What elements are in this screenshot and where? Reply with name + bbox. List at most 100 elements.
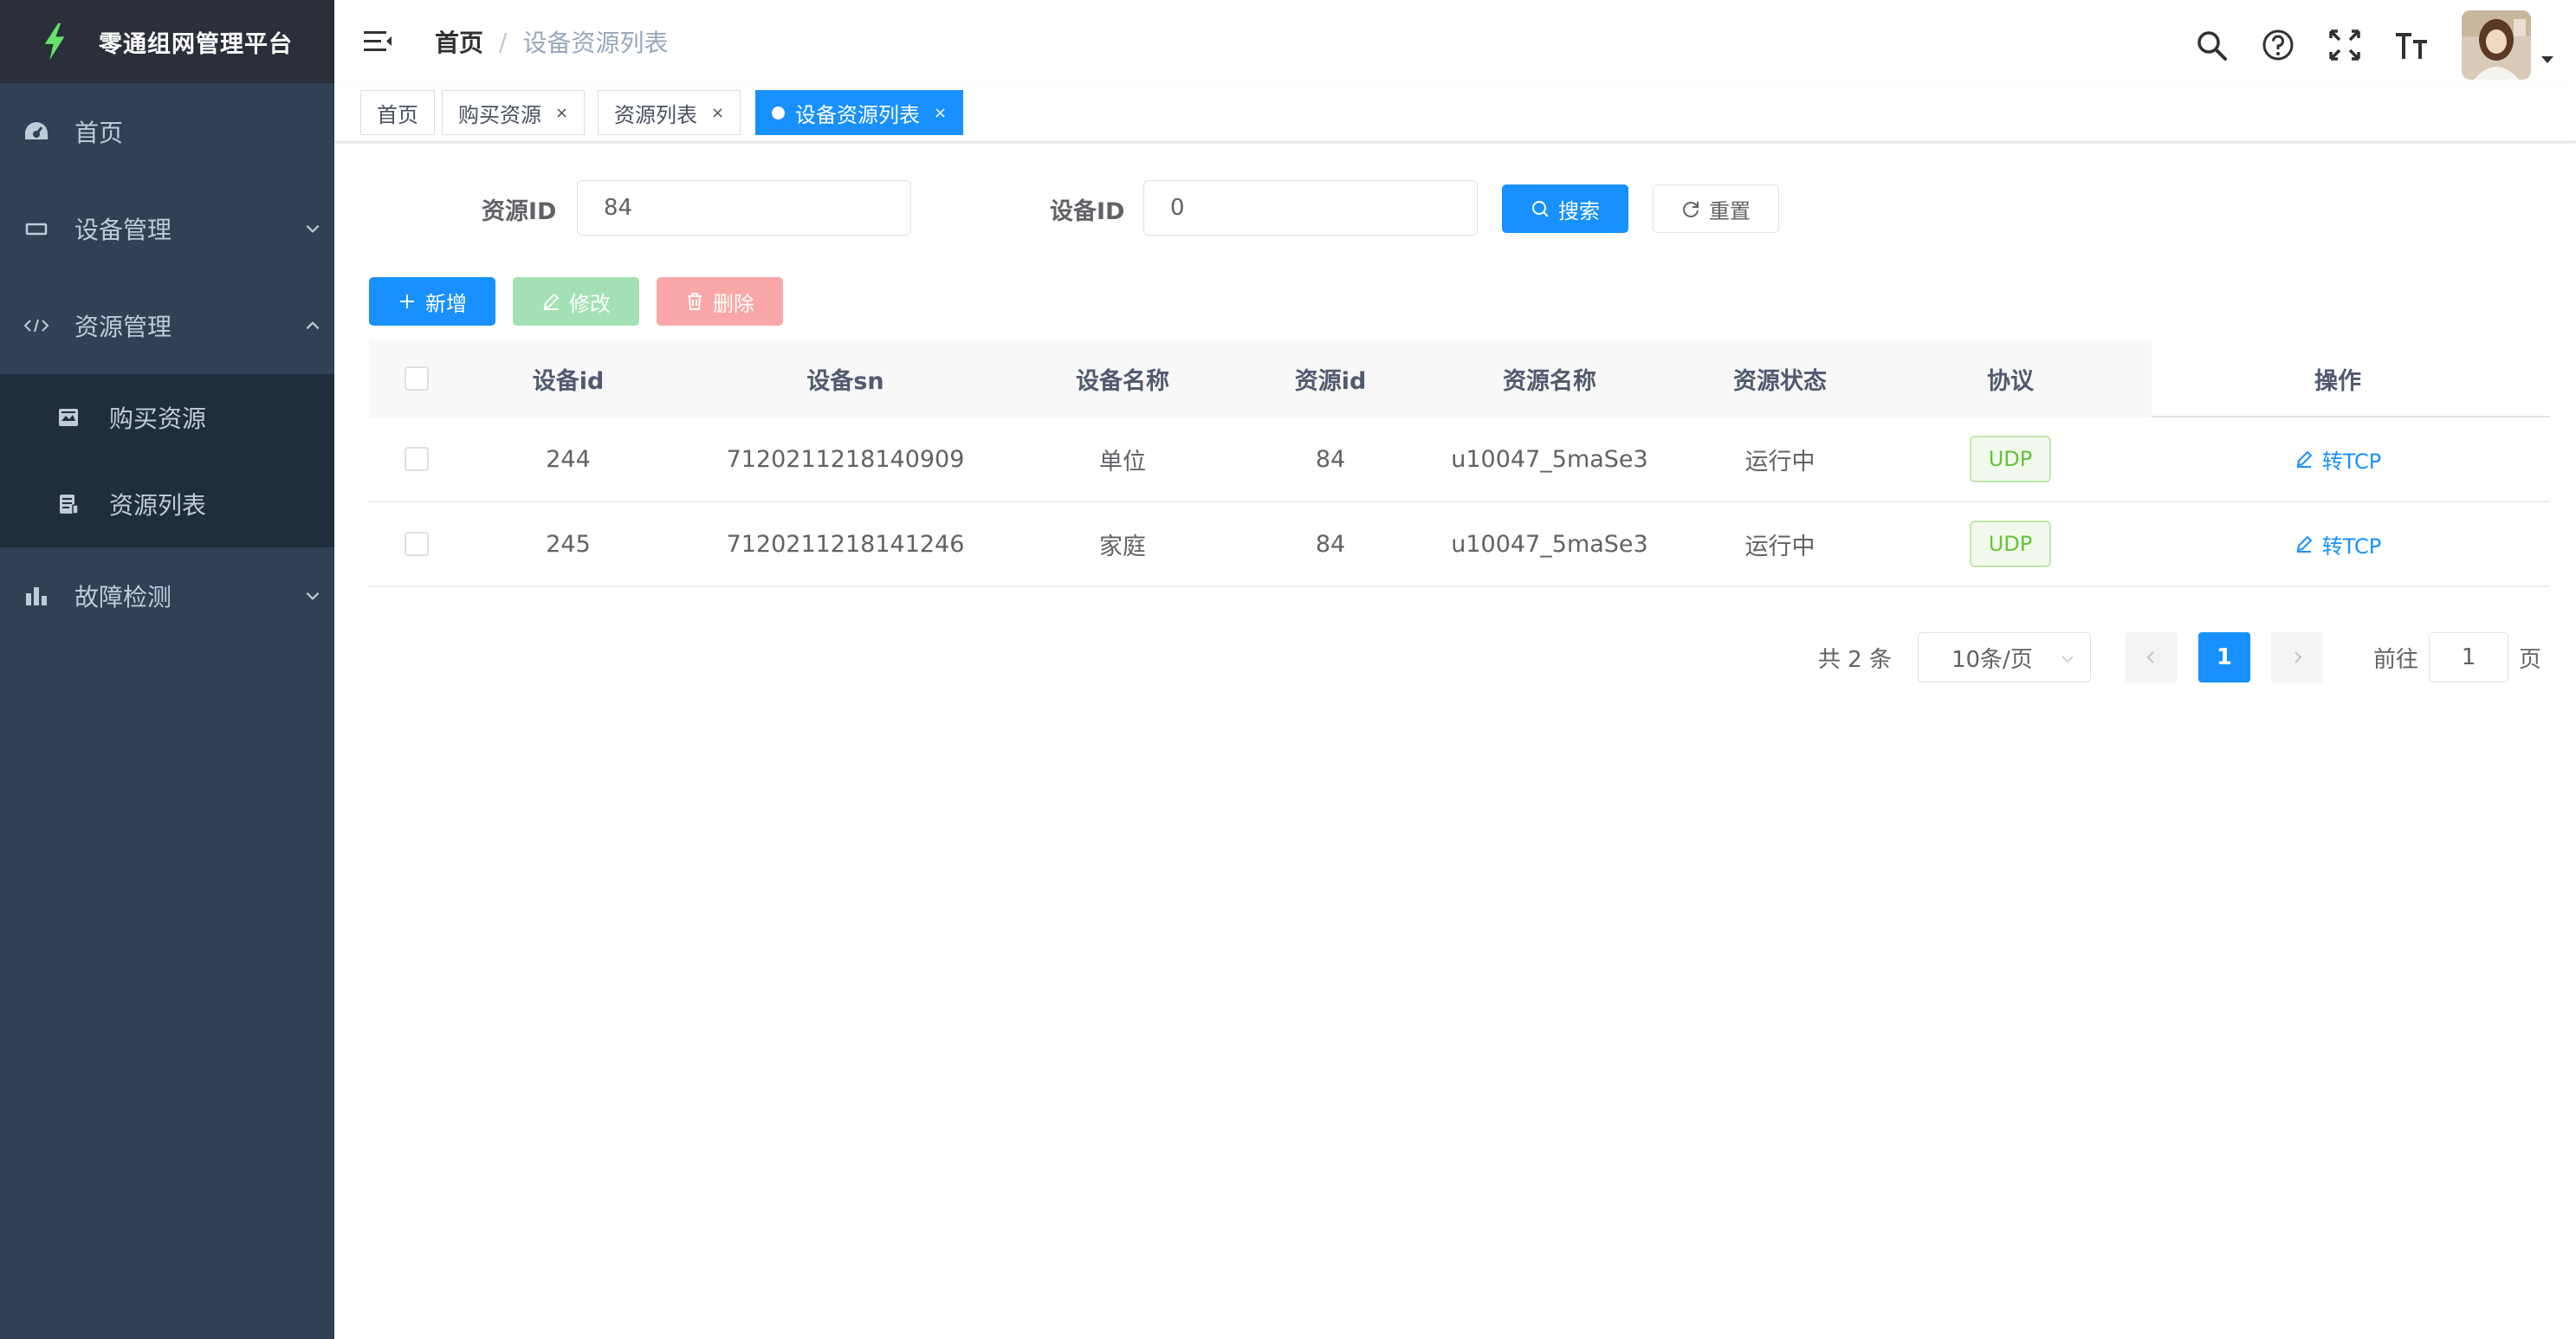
fullscreen-icon[interactable] <box>2322 23 2367 68</box>
add-button-label: 新增 <box>425 291 467 316</box>
tag-device-resource-list[interactable]: 设备资源列表 × <box>755 90 964 135</box>
navbar-actions <box>2167 10 2576 80</box>
add-button[interactable]: 新增 <box>369 277 495 326</box>
delete-button[interactable]: 删除 <box>657 277 783 326</box>
sidebar-subitem-label: 购买资源 <box>109 404 207 433</box>
pagination: 共 2 条 10条/页 1 前往 1 页 <box>1818 632 2541 682</box>
refresh-icon <box>1683 202 1699 217</box>
close-icon[interactable]: × <box>711 104 724 122</box>
edit-button[interactable]: 修改 <box>513 277 639 326</box>
chevron-up-icon <box>306 321 320 330</box>
cell-device-sn: 7120211218140909 <box>726 445 965 473</box>
app-title: 零通组网管理平台 <box>99 30 293 58</box>
tag-resource-list[interactable]: 资源列表 × <box>598 90 741 135</box>
column-header[interactable]: 操作 <box>2126 340 2550 417</box>
column-header[interactable]: 协议 <box>1895 340 2126 417</box>
hamburger-menu-icon[interactable] <box>362 26 393 57</box>
cell-device-sn: 7120211218141246 <box>726 530 965 558</box>
prev-page-button[interactable] <box>2125 632 2178 682</box>
navbar: 首页 / 设备资源列表 <box>334 0 2576 83</box>
cell-resource-name: u10047_5maSe3 <box>1451 445 1648 473</box>
protocol-badge: UDP <box>1969 521 2052 567</box>
row-checkbox[interactable] <box>405 447 429 471</box>
page-size-value: 10条/页 <box>1951 646 2033 673</box>
active-dot-icon <box>772 106 785 120</box>
logo-bar[interactable]: 零通组网管理平台 <box>0 0 334 83</box>
caret-down-icon[interactable] <box>2540 52 2555 68</box>
cell-protocol: UDP <box>1895 417 2126 501</box>
resource-submenu: 购买资源 资源列表 <box>0 374 334 547</box>
table-row[interactable]: 245 7120211218141246 家庭 84 u10047_5maSe3… <box>369 502 2550 587</box>
select-all-checkbox[interactable] <box>405 366 429 391</box>
tags-view: 首页 购买资源 × 资源列表 × 设备资源列表 × <box>334 83 2576 142</box>
purchase-icon <box>59 409 78 426</box>
sidebar-item-device-management[interactable]: 设备管理 <box>0 180 334 277</box>
sidebar-item-purchase-resource[interactable]: 购买资源 <box>0 374 334 461</box>
chevron-right-icon <box>2294 651 2302 663</box>
resource-id-input[interactable]: 84 <box>577 180 911 236</box>
column-header[interactable]: 资源名称 <box>1434 340 1665 417</box>
column-header[interactable]: 资源id <box>1227 340 1434 417</box>
cell-device-name: 单位 <box>1099 448 1146 475</box>
page-number-current[interactable]: 1 <box>2197 632 2250 682</box>
dashboard-icon <box>23 118 50 146</box>
next-page-button[interactable] <box>2270 632 2323 682</box>
sidebar-item-fault-detection[interactable]: 故障检测 <box>0 547 334 644</box>
font-size-icon[interactable] <box>2389 23 2434 68</box>
sidebar-subitem-label: 资源列表 <box>109 491 207 520</box>
column-header[interactable]: 设备sn <box>672 340 1019 417</box>
pagination-total: 共 2 条 <box>1817 646 1892 673</box>
sidebar-item-home[interactable]: 首页 <box>0 83 334 180</box>
switch-tcp-button[interactable]: 转TCP <box>2294 529 2381 560</box>
cell-device-name: 家庭 <box>1099 533 1146 560</box>
tag-label: 设备资源列表 <box>795 102 920 127</box>
breadcrumb-home[interactable]: 首页 <box>435 24 483 59</box>
row-checkbox[interactable] <box>405 532 429 556</box>
close-icon[interactable]: × <box>934 104 947 122</box>
avatar[interactable] <box>2462 10 2531 80</box>
switch-tcp-label: 转TCP <box>2321 449 2382 474</box>
page-size-select[interactable]: 10条/页 <box>1917 632 2091 682</box>
cell-resource-id: 84 <box>1315 445 1346 473</box>
cell-actions: 转TCP <box>2126 417 2550 501</box>
tag-purchase-resource[interactable]: 购买资源 × <box>442 90 586 135</box>
tag-home[interactable]: 首页 <box>360 90 435 135</box>
row-select-cell <box>369 502 464 585</box>
cell-resource-name: u10047_5maSe3 <box>1451 530 1648 558</box>
goto-prefix: 前往 <box>2372 646 2418 673</box>
close-icon[interactable]: × <box>555 104 568 122</box>
cell-protocol: UDP <box>1895 502 2126 585</box>
device-icon <box>23 215 50 243</box>
sidebar-item-resource-list[interactable]: 资源列表 <box>0 461 334 547</box>
row-select-cell <box>369 417 464 501</box>
sidebar: 零通组网管理平台 首页 设备管理 资源管理 购买资源 资源列表 故障检测 <box>0 0 334 1339</box>
switch-tcp-button[interactable]: 转TCP <box>2294 444 2381 475</box>
cell-status: 运行中 <box>1744 448 1815 475</box>
column-header[interactable]: 设备id <box>464 340 672 417</box>
column-header[interactable]: 资源状态 <box>1665 340 1895 417</box>
table-row[interactable]: 244 7120211218140909 单位 84 u10047_5maSe3… <box>369 417 2550 502</box>
edit-icon <box>2296 535 2313 553</box>
reset-button-label: 重置 <box>1709 198 1751 223</box>
bar-chart-icon <box>23 582 50 610</box>
search-button[interactable]: 搜索 <box>1502 184 1628 233</box>
breadcrumb: 首页 / 设备资源列表 <box>435 24 668 59</box>
breadcrumb-separator: / <box>499 27 508 56</box>
switch-tcp-label: 转TCP <box>2321 534 2382 559</box>
device-id-label: 设备ID <box>1050 198 1125 225</box>
reset-button[interactable]: 重置 <box>1653 184 1779 233</box>
device-id-input[interactable]: 0 <box>1143 180 1478 236</box>
edit-button-label: 修改 <box>569 291 611 316</box>
protocol-badge: UDP <box>1969 436 2052 482</box>
bolt-logo-icon <box>44 23 65 61</box>
table-header: 设备id 设备sn 设备名称 资源id 资源名称 资源状态 协议 操作 <box>369 340 2550 417</box>
sidebar-item-resource-management[interactable]: 资源管理 <box>0 277 334 374</box>
help-icon[interactable] <box>2256 23 2301 68</box>
goto-page-input[interactable]: 1 <box>2428 632 2508 682</box>
tag-label: 首页 <box>377 102 418 127</box>
search-icon[interactable] <box>2189 23 2234 68</box>
chevron-down-icon <box>2061 656 2074 663</box>
goto-suffix: 页 <box>2518 646 2541 673</box>
column-header[interactable]: 设备名称 <box>1019 340 1227 417</box>
chevron-down-icon <box>306 224 320 233</box>
